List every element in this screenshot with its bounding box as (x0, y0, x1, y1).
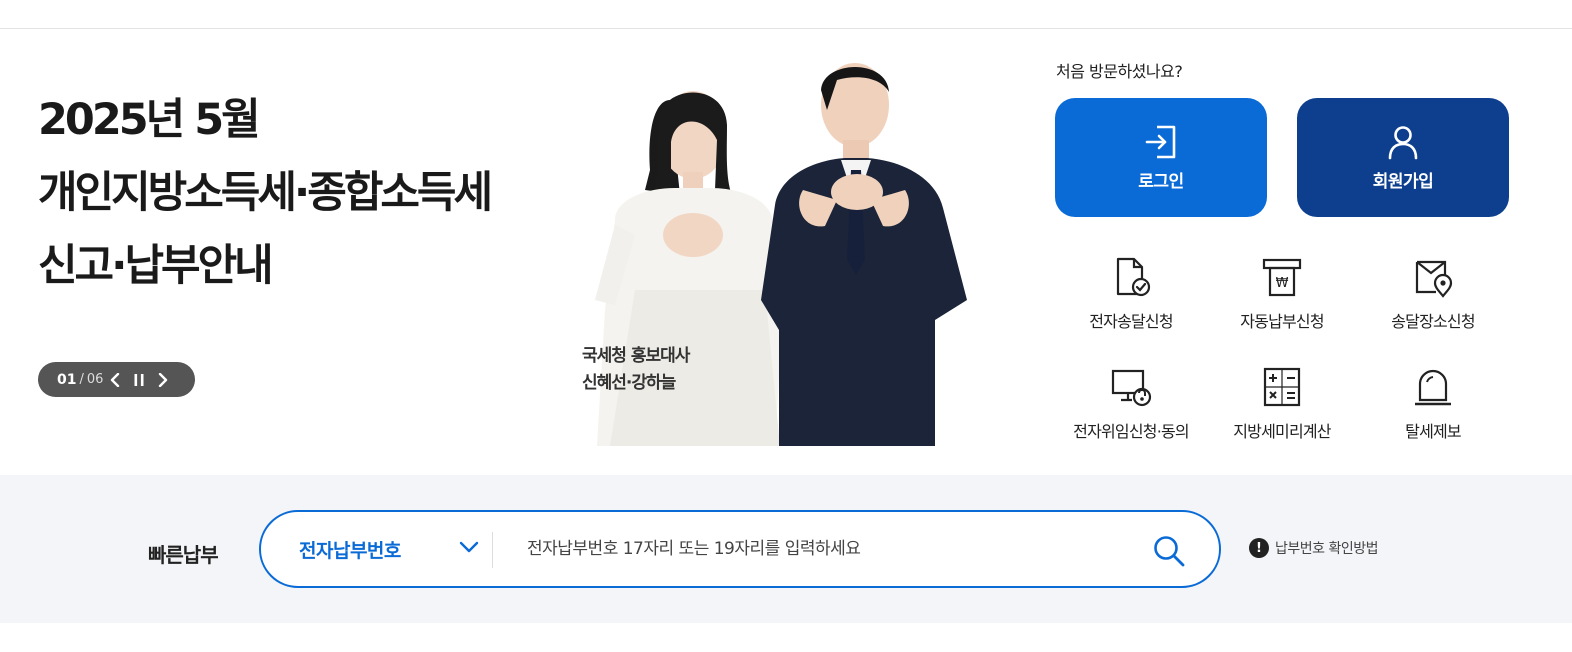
login-button[interactable]: 로그인 (1055, 98, 1267, 217)
payment-type-value: 전자납부번호 (299, 539, 401, 562)
help-link-label: 납부번호 확인방법 (1275, 541, 1379, 557)
caption-line-2: 신혜선·강하늘 (582, 373, 676, 393)
first-visit-prompt: 처음 방문하셨나요? (1056, 62, 1183, 81)
calculator-icon (1261, 366, 1303, 408)
service-label: 지방세미리계산 (1233, 422, 1331, 441)
pager-current: 01 (57, 371, 77, 388)
exclamation-icon: ! (1249, 538, 1269, 558)
search-button[interactable] (1149, 531, 1189, 571)
login-icon (1145, 125, 1176, 159)
signup-label: 회원가입 (1372, 172, 1434, 192)
service-label: 자동납부신청 (1240, 312, 1324, 331)
document-check-icon (1110, 256, 1152, 298)
service-auto-payment[interactable]: ₩ 자동납부신청 (1207, 256, 1357, 332)
headline-line-2: 개인지방소득세·종합소득세 (38, 168, 493, 218)
chevron-right-icon (159, 372, 168, 387)
chevron-down-icon (459, 541, 479, 553)
ambassador-caption: 국세청 홍보대사 신혜선·강하늘 (582, 343, 690, 397)
pause-slide-button[interactable] (127, 368, 151, 392)
service-tax-evasion-report[interactable]: 탈세제보 (1358, 366, 1508, 442)
headline-line-3: 신고·납부안내 (38, 241, 274, 291)
service-local-tax-calc[interactable]: 지방세미리계산 (1207, 366, 1357, 442)
search-icon (1154, 536, 1185, 567)
service-label: 송달장소신청 (1391, 312, 1475, 331)
select-divider (492, 532, 493, 568)
chevron-left-icon (111, 372, 120, 387)
service-label: 탈세제보 (1405, 422, 1461, 441)
user-icon (1388, 126, 1418, 160)
service-label: 전자위임신청·동의 (1073, 422, 1189, 441)
quick-pay-label: 빠른납부 (148, 543, 219, 567)
payment-number-help-link[interactable]: ! 납부번호 확인방법 (1249, 538, 1379, 558)
location-envelope-icon (1412, 256, 1454, 298)
pause-icon (134, 373, 144, 386)
service-delivery-location[interactable]: 송달장소신청 (1358, 256, 1508, 332)
payment-type-select[interactable]: 전자납부번호 (299, 512, 495, 586)
login-label: 로그인 (1138, 172, 1184, 192)
service-e-delegation[interactable]: 전자위임신청·동의 (1056, 366, 1206, 442)
headline-line-1: 2025년 5월 (38, 95, 261, 145)
auto-payment-icon: ₩ (1261, 256, 1303, 298)
svg-text:₩: ₩ (1276, 276, 1289, 291)
quick-pay-search-bar: 전자납부번호 (259, 510, 1221, 588)
caption-line-1: 국세청 홍보대사 (582, 346, 690, 366)
man-figure (761, 63, 967, 446)
prev-slide-button[interactable] (103, 368, 127, 392)
pager-separator: / (79, 372, 84, 387)
signup-button[interactable]: 회원가입 (1297, 98, 1509, 217)
next-slide-button[interactable] (151, 368, 175, 392)
siren-icon (1412, 366, 1454, 408)
service-label: 전자송달신청 (1089, 312, 1173, 331)
service-e-delivery[interactable]: 전자송달신청 (1056, 256, 1206, 332)
monitor-delegate-icon (1110, 366, 1152, 408)
banner-headline[interactable]: 2025년 5월 개인지방소득세·종합소득세 신고·납부안내 (38, 84, 558, 303)
pager-total: 06 (86, 372, 104, 387)
banner-pager: 01 / 06 (38, 362, 195, 397)
payment-number-input[interactable] (527, 529, 1137, 569)
